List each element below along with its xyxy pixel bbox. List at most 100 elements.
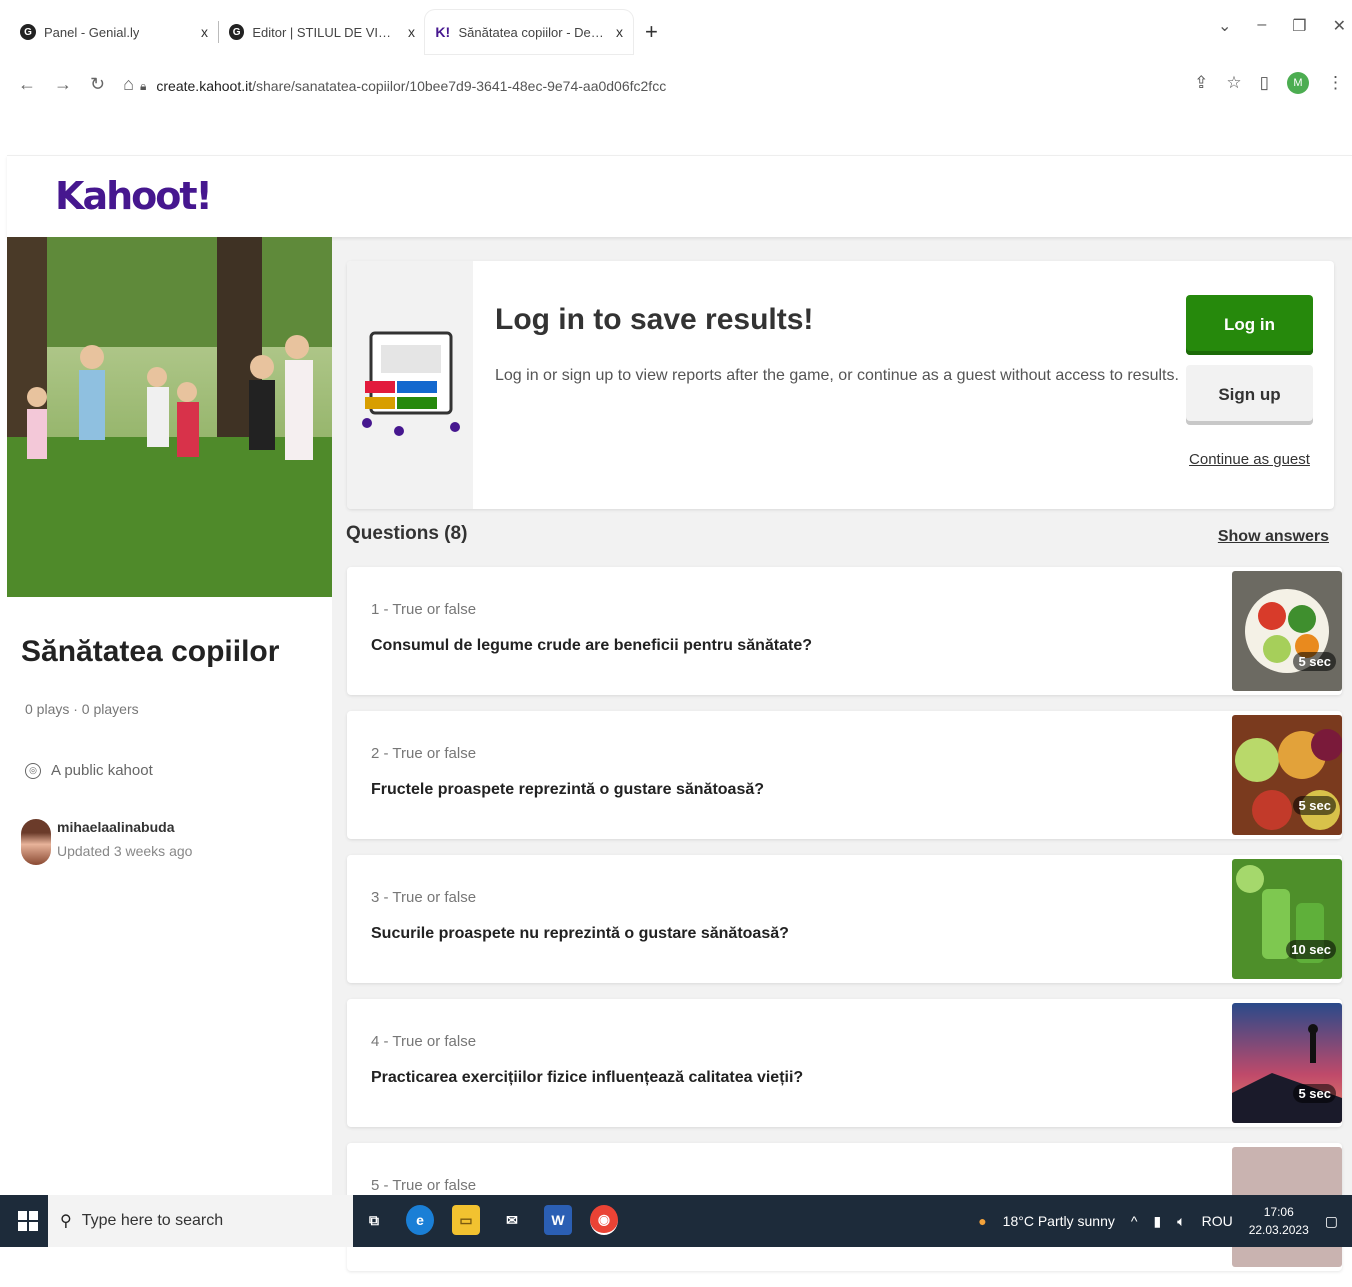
clock[interactable]: 17:06 22.03.2023 [1249, 1203, 1309, 1239]
clock-time: 17:06 [1263, 1205, 1294, 1219]
question-card[interactable]: 3 - True or false Sucurile proaspete nu … [347, 855, 1342, 983]
question-type: 5 - True or false [371, 1177, 477, 1194]
windows-start-icon[interactable] [18, 1211, 38, 1231]
tab-title: Sănătatea copiilor - Details - Kahoot! [458, 24, 604, 40]
question-type: 2 - True or false [371, 745, 477, 762]
word-icon[interactable]: W [544, 1205, 572, 1235]
question-card[interactable]: 2 - True or false Fructele proaspete rep… [347, 711, 1342, 839]
cover-image [7, 237, 332, 597]
question-image-juices: 10 sec [1232, 859, 1342, 979]
visibility-label: A public kahoot [51, 762, 153, 779]
time-limit-badge: 5 sec [1293, 796, 1336, 815]
weather-text[interactable]: 18°C Partly sunny [1003, 1213, 1115, 1229]
close-window-icon[interactable]: ✕ [1333, 16, 1346, 36]
edge-browser-icon[interactable]: e [406, 1205, 434, 1235]
kahoot-title: Sănătatea copiilor [21, 635, 280, 668]
questions-list: 1 - True or false Consumul de legume cru… [347, 567, 1342, 1287]
address-bar-row: ← → ↻ ⌂ 🔒︎ create.kahoot.it /share/sanat… [0, 60, 1352, 112]
kahoot-header: Kahoot! [7, 155, 1352, 237]
reload-icon[interactable]: ↻ [90, 74, 105, 95]
nav-buttons: ← → ↻ ⌂ [18, 74, 134, 95]
url-host: create.kahoot.it [156, 78, 253, 94]
close-tab-icon[interactable]: x [408, 24, 415, 40]
visibility-row: ◎ A public kahoot [25, 762, 153, 779]
kahoot-page: Kahoot! Sănătatea copiilor 0 plays · 0 p… [7, 155, 1352, 1271]
show-answers-link[interactable]: Show answers [1218, 528, 1329, 546]
tray-chevron-icon[interactable]: ^ [1131, 1213, 1138, 1229]
login-title: Log in to save results! [495, 303, 814, 336]
author-block[interactable]: mihaelaalinabuda Updated 3 weeks ago [21, 819, 192, 865]
window-controls: ⌄ – ❐ ✕ [1218, 16, 1346, 36]
continue-as-guest-link[interactable]: Continue as guest [1186, 451, 1313, 468]
question-text: Consumul de legume crude are beneficii p… [371, 637, 812, 654]
tab-search-icon[interactable]: ⌄ [1218, 16, 1231, 36]
tab-title: Panel - Genial.ly [44, 24, 140, 40]
question-type: 1 - True or false [371, 601, 477, 618]
question-image-vegetables: 5 sec [1232, 571, 1342, 691]
question-type: 3 - True or false [371, 889, 477, 906]
login-prompt-card: Log in to save results! Log in or sign u… [347, 261, 1334, 509]
author-name[interactable]: mihaelaalinabuda [57, 819, 192, 835]
sign-up-button[interactable]: Sign up [1186, 365, 1313, 425]
question-image-sunset: 5 sec [1232, 1003, 1342, 1123]
task-view-icon[interactable]: ⧉ [360, 1205, 388, 1235]
share-icon[interactable]: ⇪ [1194, 73, 1208, 93]
maximize-icon[interactable]: ❐ [1292, 16, 1306, 36]
battery-icon[interactable]: ▮ [1153, 1213, 1161, 1230]
question-text: Practicarea exercițiilor fizice influenț… [371, 1069, 804, 1086]
login-illustration [347, 261, 473, 509]
time-limit-badge: 5 sec [1293, 652, 1336, 671]
language-indicator[interactable]: ROU [1202, 1213, 1233, 1229]
notifications-icon[interactable]: ▢ [1325, 1213, 1338, 1230]
url-path: /share/sanatatea-copiilor/10bee7d9-3641-… [252, 78, 667, 94]
question-text: Fructele proaspete reprezintă o gustare … [371, 781, 765, 798]
close-tab-icon[interactable]: x [616, 24, 623, 40]
new-tab-button[interactable]: + [645, 19, 658, 45]
kahoot-icon: K! [435, 24, 451, 40]
kahoot-info-panel: Sănătatea copiilor 0 plays · 0 players ◎… [7, 237, 332, 1195]
taskbar-pinned-apps: ⧉ e ▭ ✉ W ◉ [360, 1205, 618, 1235]
question-card[interactable]: 1 - True or false Consumul de legume cru… [347, 567, 1342, 695]
lock-icon[interactable]: 🔒︎ [140, 79, 146, 94]
weather-sun-icon[interactable]: ● [978, 1213, 986, 1229]
kahoot-logo[interactable]: Kahoot! [55, 174, 213, 218]
close-tab-icon[interactable]: x [201, 24, 208, 40]
chrome-icon[interactable]: ◉ [590, 1205, 618, 1235]
bookmark-star-icon[interactable]: ☆ [1226, 73, 1241, 93]
taskbar-search-input[interactable]: ⚲ Type here to search [48, 1195, 353, 1247]
public-globe-icon: ◎ [25, 762, 41, 779]
avatar [21, 819, 51, 865]
question-card[interactable]: 4 - True or false Practicarea exercițiil… [347, 999, 1342, 1127]
url-field[interactable]: 🔒︎ create.kahoot.it /share/sanatatea-cop… [140, 70, 1200, 102]
tab-title: Editor | STILUL DE VIAȚĂ SĂNĂTOS [252, 24, 396, 40]
windows-taskbar: ⚲ Type here to search ⧉ e ▭ ✉ W ◉ ● 18°C… [0, 1195, 1352, 1247]
file-explorer-icon[interactable]: ▭ [452, 1205, 480, 1235]
tab-strip: G Panel - Genial.ly x G Editor | STILUL … [10, 10, 658, 54]
login-description: Log in or sign up to view reports after … [495, 367, 1179, 384]
mail-icon[interactable]: ✉ [498, 1205, 526, 1235]
profile-avatar[interactable]: M [1287, 72, 1309, 94]
updated-text: Updated 3 weeks ago [57, 843, 193, 859]
time-limit-badge: 5 sec [1293, 1084, 1336, 1103]
menu-kebab-icon[interactable]: ⋮ [1327, 73, 1344, 93]
questions-panel: Log in to save results! Log in or sign u… [332, 237, 1352, 1271]
minimize-icon[interactable]: – [1257, 16, 1266, 36]
volume-icon[interactable]: 🔈︎ [1177, 1213, 1185, 1230]
search-icon: ⚲ [60, 1213, 72, 1230]
tab-kahoot-details[interactable]: K! Sănătatea copiilor - Details - Kahoot… [425, 10, 633, 54]
questions-count-header: Questions (8) [346, 523, 468, 544]
play-stats: 0 plays · 0 players [25, 701, 139, 717]
log-in-button[interactable]: Log in [1186, 295, 1313, 355]
search-placeholder: Type here to search [81, 1212, 224, 1229]
forward-icon[interactable]: → [54, 74, 72, 95]
back-icon[interactable]: ← [18, 74, 36, 95]
tab-genially-panel[interactable]: G Panel - Genial.ly x [10, 10, 218, 54]
side-panel-icon[interactable]: ▯ [1260, 73, 1269, 93]
time-limit-badge: 10 sec [1286, 940, 1336, 959]
genially-icon: G [229, 24, 245, 40]
question-type: 4 - True or false [371, 1033, 477, 1050]
browser-tab-bar: G Panel - Genial.ly x G Editor | STILUL … [0, 0, 1352, 60]
system-tray: ● 18°C Partly sunny ^ ▮ 🔈︎ ROU 17:06 22.… [978, 1195, 1338, 1247]
tab-genially-editor[interactable]: G Editor | STILUL DE VIAȚĂ SĂNĂTOS x [219, 10, 425, 54]
home-icon[interactable]: ⌂ [123, 74, 134, 95]
